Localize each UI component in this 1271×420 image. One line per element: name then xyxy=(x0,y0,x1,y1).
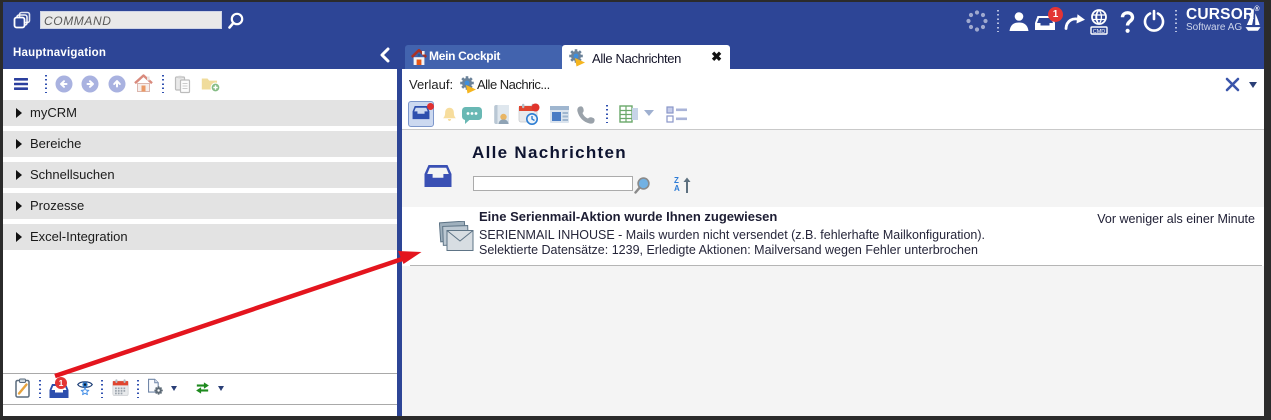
svg-text:CMD: CMD xyxy=(1093,29,1106,35)
